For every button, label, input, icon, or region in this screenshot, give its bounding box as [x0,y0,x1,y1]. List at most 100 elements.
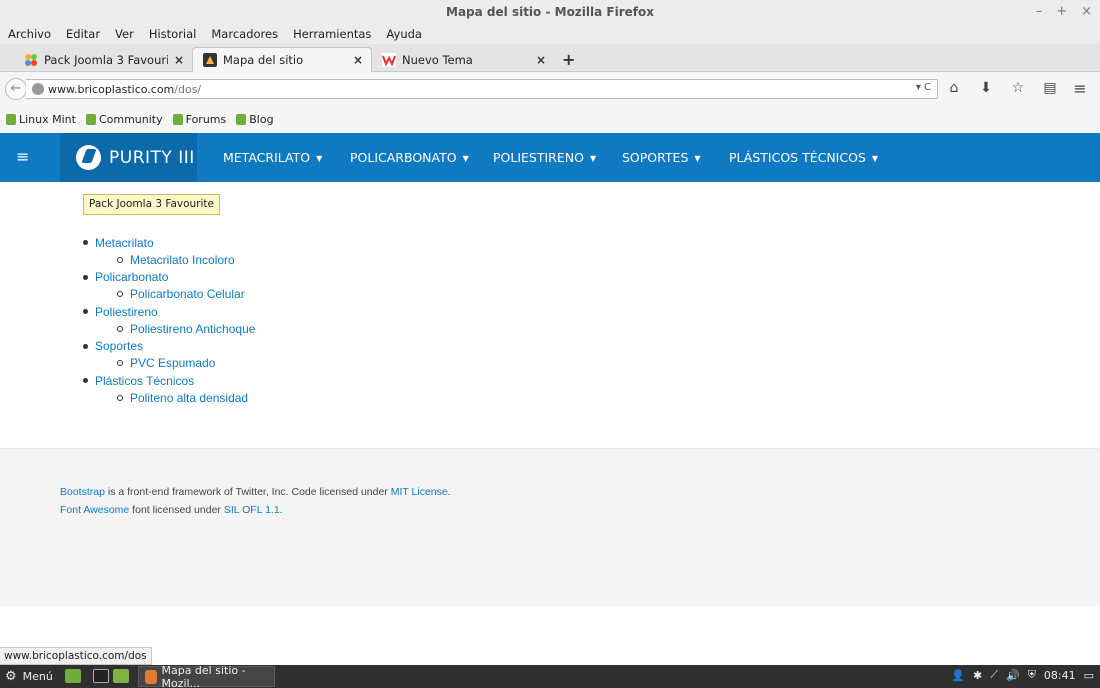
clock[interactable]: 08:41 [1044,669,1076,682]
sitemap-link[interactable]: Policarbonato [95,270,168,284]
tab-pack-joomla[interactable]: Pack Joomla 3 Favourite - ... × [14,47,192,72]
list-item: Soportes [80,338,255,355]
volume-icon[interactable]: 🔊 [1006,669,1020,682]
bullet-icon [117,394,123,401]
tab-close-icon[interactable]: × [536,53,546,67]
tab-strip: Pack Joomla 3 Favourite - ... × Mapa del… [0,44,1100,72]
network-icon[interactable]: ⟋ [990,668,998,682]
url-path: /dos/ [174,82,202,96]
offcanvas-menu-icon[interactable]: ≡ [16,147,29,166]
mit-license-link[interactable]: MIT License [391,486,448,498]
minimize-button[interactable]: – [1036,0,1043,24]
site-logo[interactable]: PURITY III [60,133,197,182]
nav-label: METACRILATO [223,150,311,165]
folder-icon[interactable] [113,669,129,683]
footer-text: . [447,486,451,498]
bluetooth-icon[interactable]: ✱ [973,669,982,682]
chat-icon[interactable]: ▭ [1084,669,1094,682]
footer-line-bootstrap: Bootstrap is a front-end framework of Tw… [60,486,451,498]
reload-icon[interactable]: ▾ C [916,82,931,93]
menu-herramientas[interactable]: Herramientas [293,27,371,41]
sitemap-link[interactable]: Poliestireno Antichoque [130,322,255,336]
nav-soportes[interactable]: SOPORTES ▼ [622,133,701,182]
bookmark-community[interactable]: Community [85,113,163,126]
font-awesome-link[interactable]: Font Awesome [60,504,129,516]
footer-text: font licensed under [129,504,224,516]
download-arrow-icon[interactable]: ⬇ [970,80,1002,96]
start-menu-button[interactable]: ⚙ Menú [5,669,53,684]
sitemap-link[interactable]: Metacrilato [95,236,154,250]
bookmark-label: Linux Mint [19,113,76,126]
bullet-icon [83,240,88,246]
bullet-icon [117,360,123,367]
shield-icon[interactable]: ⛨ [1028,668,1036,682]
tab-close-icon[interactable]: × [353,53,363,67]
nav-poliestireno[interactable]: POLIESTIRENO ▼ [493,133,596,182]
sitemap-link[interactable]: Soportes [95,339,143,353]
caret-down-icon: ▼ [316,154,323,163]
tab-tooltip: Pack Joomla 3 Favourite [83,194,220,215]
menu-marcadores[interactable]: Marcadores [211,27,278,41]
nav-policarbonato[interactable]: POLICARBONATO ▼ [350,133,469,182]
hamburger-menu-icon[interactable]: ≡ [1064,79,1096,98]
sil-ofl-link[interactable]: SIL OFL 1.1 [224,504,280,516]
list-item: Policarbonato Celular [80,286,255,303]
footer-line-fontawesome: Font Awesome font licensed under SIL OFL… [60,504,283,516]
nav-plasticos-tecnicos[interactable]: PLÁSTICOS TÉCNICOS ▼ [729,133,878,182]
w-site-icon [382,52,396,67]
firefox-icon [145,669,158,684]
bookmark-label: Community [98,113,163,126]
nav-metacrilato[interactable]: METACRILATO ▼ [223,133,322,182]
menu-ayuda[interactable]: Ayuda [386,27,422,41]
caret-down-icon: ▼ [694,154,701,163]
bullet-icon [117,291,123,298]
sitemap-link[interactable]: Policarbonato Celular [130,287,245,301]
new-tab-button[interactable]: + [562,50,575,69]
home-icon[interactable]: ⌂ [938,80,970,96]
nav-label: POLIESTIRENO [493,150,584,165]
bullet-icon [83,309,88,315]
bookmark-blog[interactable]: Blog [236,113,274,126]
back-arrow-icon[interactable]: ← [5,78,27,100]
close-window-button[interactable]: × [1081,0,1092,24]
bookmark-star-icon[interactable]: ☆ [1002,80,1034,96]
menu-archivo[interactable]: Archivo [8,27,51,41]
sitemap-link[interactable]: Poliestireno [95,305,158,319]
list-item: Poliestireno [80,303,255,320]
bullet-icon [83,343,88,349]
sitemap-link[interactable]: Plásticos Técnicos [95,374,194,388]
tab-nuevo-tema[interactable]: Nuevo Tema × [372,47,554,72]
bootstrap-link[interactable]: Bootstrap [60,486,105,498]
menu-ver[interactable]: Ver [115,27,134,41]
purity-logo-icon [76,145,101,170]
gear-icon: ⚙ [5,669,17,684]
url-bar[interactable]: www.bricoplastico.com/dos/ ▾ C [26,79,938,99]
terminal-icon[interactable] [93,669,109,683]
tab-label: Nuevo Tema [402,52,473,67]
menu-historial[interactable]: Historial [149,27,197,41]
caret-down-icon: ▼ [589,154,597,163]
nav-label: PLÁSTICOS TÉCNICOS [729,150,866,165]
menu-editar[interactable]: Editar [66,27,100,41]
bookmark-linux-mint[interactable]: Linux Mint [6,113,76,126]
sitemap-link[interactable]: Politeno alta densidad [130,391,248,405]
show-desktop-icon[interactable] [65,669,81,683]
site-navbar: ≡ PURITY III METACRILATO ▼ POLICARBONATO ▼… [0,133,1100,182]
footer-text: is a front-end framework of Twitter, Inc… [104,486,391,498]
clipboard-icon[interactable]: ▤ [1034,80,1066,96]
caret-down-icon: ▼ [871,154,879,163]
sitemap-link[interactable]: PVC Espumado [130,356,215,370]
site-footer: Bootstrap is a front-end framework of Tw… [0,448,1100,606]
list-item: Metacrilato Incoloro [80,251,255,268]
user-icon[interactable]: 👤 [951,669,965,682]
taskbar-window-label: Mapa del sitio - Mozil... [161,663,246,688]
tab-label: Mapa del sitio [223,53,304,67]
sitemap-link[interactable]: Metacrilato Incoloro [130,253,235,267]
taskbar-window-firefox[interactable]: Mapa del sitio - Mozil... [138,663,275,688]
site-brand: PURITY III [109,147,195,168]
tab-close-icon[interactable]: × [174,53,184,67]
menu-bar: Archivo Editar Ver Historial Marcadores … [0,24,1100,44]
tab-mapa-del-sitio[interactable]: Mapa del sitio × [192,47,372,72]
bookmark-forums[interactable]: Forums [172,113,226,126]
maximize-button[interactable]: + [1056,0,1067,24]
